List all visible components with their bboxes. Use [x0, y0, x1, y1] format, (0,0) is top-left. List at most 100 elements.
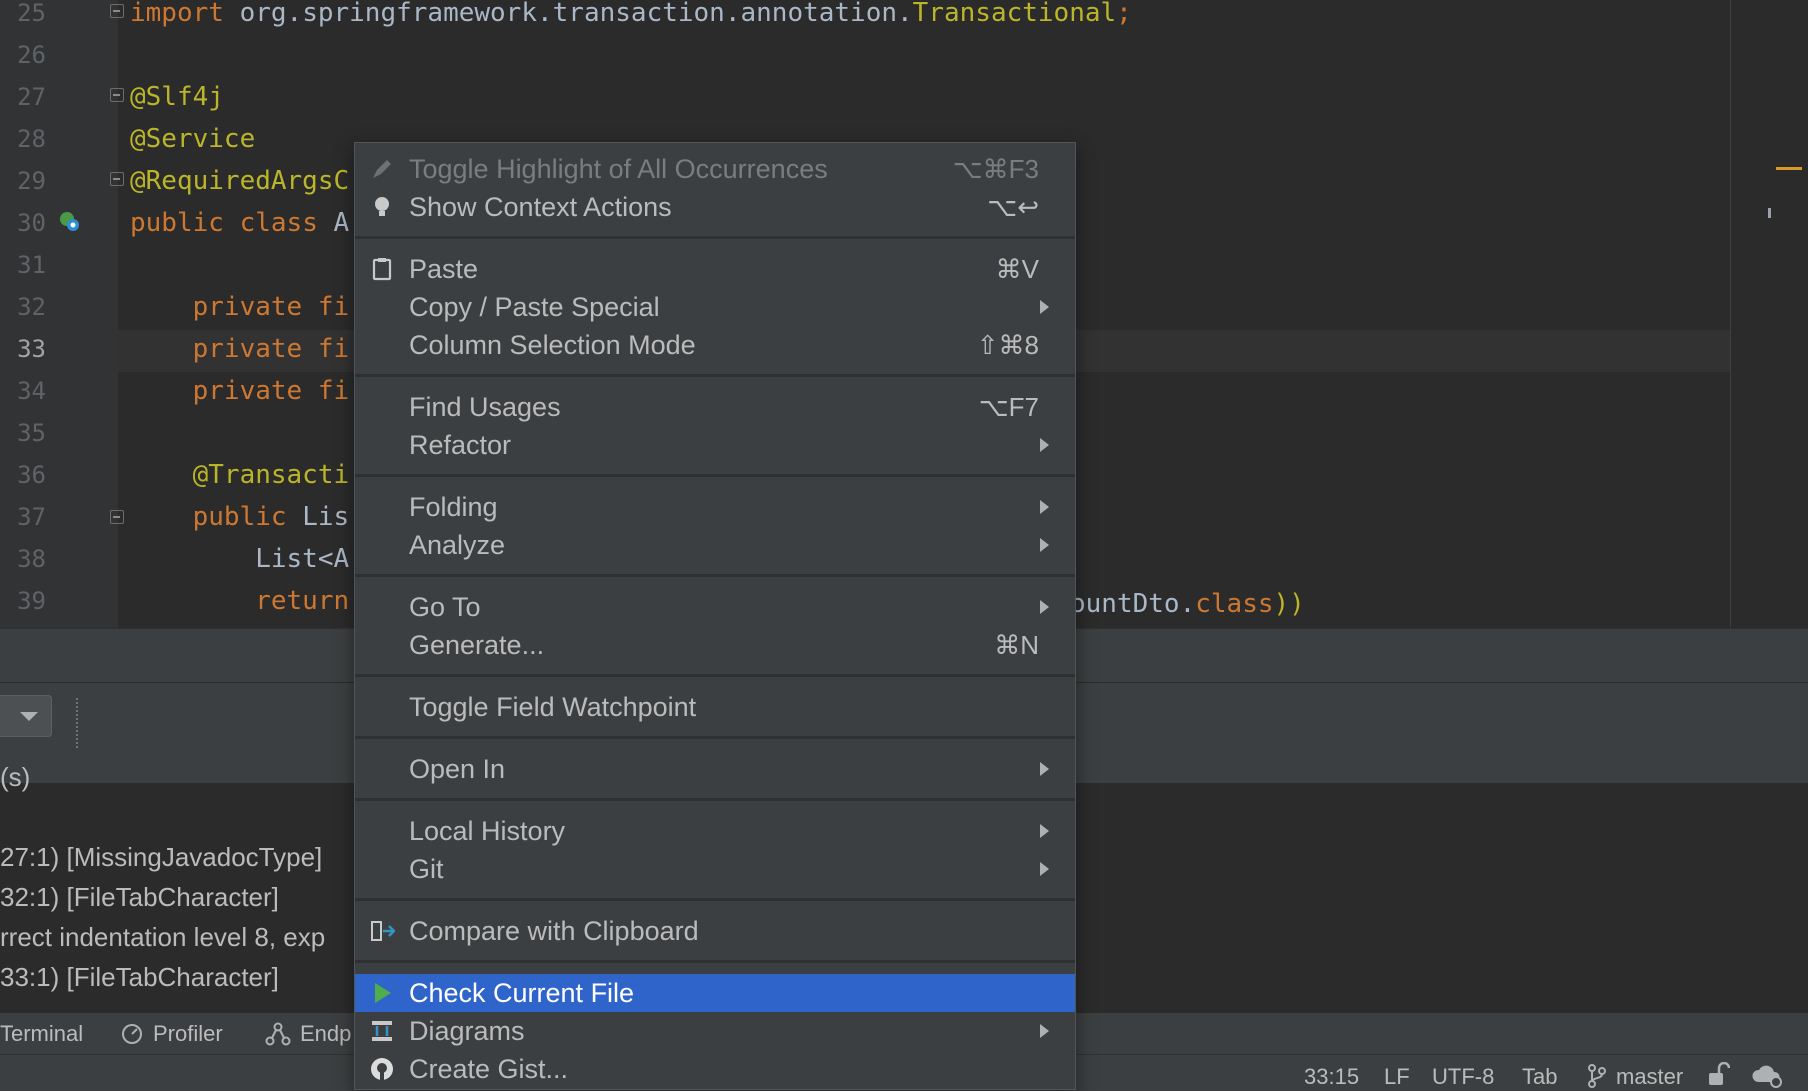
- menu-item-find-usages[interactable]: Find Usages ⌥F7: [355, 388, 1075, 426]
- line-number[interactable]: 39: [0, 580, 46, 622]
- menu-item-label: Folding: [409, 492, 498, 522]
- code-text: @Slf4j: [130, 82, 224, 112]
- code-line[interactable]: 26: [0, 34, 1730, 76]
- menu-separator: [355, 474, 1075, 477]
- code-text: private fi: [130, 376, 350, 406]
- line-number[interactable]: 33: [0, 328, 46, 370]
- menu-item-analyze[interactable]: Analyze: [355, 526, 1075, 564]
- line-number[interactable]: 26: [0, 34, 46, 76]
- compare-icon: [371, 921, 395, 941]
- info-marker[interactable]: [1768, 208, 1771, 218]
- highlighter-icon: [373, 160, 391, 178]
- menu-item-local-history[interactable]: Local History: [355, 812, 1075, 850]
- warning-marker[interactable]: [1776, 167, 1802, 170]
- submenu-arrow-icon: [1040, 762, 1049, 776]
- code-text: public Lis: [130, 502, 350, 532]
- lightbulb-icon: [375, 197, 389, 216]
- endpoints-icon: [265, 1022, 291, 1046]
- menu-item-refactor[interactable]: Refactor: [355, 426, 1075, 464]
- line-number[interactable]: 37: [0, 496, 46, 538]
- menu-item-show-context-actions[interactable]: Show Context Actions ⌥↩: [355, 188, 1075, 226]
- menu-item-label: Toggle Field Watchpoint: [409, 692, 697, 722]
- menu-item-label: Generate...: [409, 630, 545, 660]
- menu-separator: [355, 674, 1075, 677]
- code-text: private fi: [130, 292, 350, 322]
- output-row[interactable]: 27:1) [MissingJavadocType]: [0, 842, 322, 873]
- menu-item-folding[interactable]: Folding: [355, 488, 1075, 526]
- menu-item-label: Column Selection Mode: [409, 330, 696, 360]
- editor-context-menu: Toggle Highlight of All Occurrences ⌥⌘F3…: [354, 142, 1076, 1090]
- output-row[interactable]: 32:1) [FileTabCharacter]: [0, 882, 279, 913]
- line-number[interactable]: 32: [0, 286, 46, 328]
- cloud-sync-icon[interactable]: [1750, 1062, 1784, 1088]
- line-number[interactable]: 35: [0, 412, 46, 454]
- chevron-down-icon: [20, 712, 38, 721]
- menu-separator: [355, 960, 1075, 963]
- code-line[interactable]: 27 @Slf4j: [0, 76, 1730, 118]
- caret-position[interactable]: 33:15: [1304, 1064, 1359, 1090]
- menu-item-diagrams[interactable]: Diagrams: [355, 1012, 1075, 1050]
- code-text: public class A: [130, 208, 350, 238]
- menu-item-label: Copy / Paste Special: [409, 292, 660, 322]
- file-encoding[interactable]: UTF-8: [1432, 1064, 1494, 1090]
- menu-item-shortcut: ⌥F7: [978, 392, 1039, 422]
- menu-item-label: Paste: [409, 254, 479, 284]
- line-number[interactable]: 34: [0, 370, 46, 412]
- fold-marker[interactable]: [110, 88, 124, 102]
- line-number[interactable]: 27: [0, 76, 46, 118]
- menu-separator: [355, 574, 1075, 577]
- code-line[interactable]: 25 import org.springframework.transaction…: [0, 0, 1730, 34]
- diagram-icon: [372, 1021, 392, 1041]
- menu-item-copy-paste-special[interactable]: Copy / Paste Special: [355, 288, 1075, 326]
- tab-terminal[interactable]: Terminal: [0, 1021, 83, 1047]
- menu-item-toggle-field-watchpoint[interactable]: Toggle Field Watchpoint: [355, 688, 1075, 726]
- indent-setting[interactable]: Tab: [1522, 1064, 1557, 1090]
- menu-item-go-to[interactable]: Go To: [355, 588, 1075, 626]
- menu-item-column-selection-mode[interactable]: Column Selection Mode ⇧⌘8: [355, 326, 1075, 364]
- rules-dropdown[interactable]: [0, 695, 52, 737]
- output-row[interactable]: rrect indentation level 8, exp: [0, 922, 325, 953]
- code-text: @Transacti: [130, 460, 350, 490]
- line-number[interactable]: 38: [0, 538, 46, 580]
- menu-item-paste[interactable]: Paste ⌘V: [355, 250, 1075, 288]
- line-number[interactable]: 25: [0, 0, 46, 34]
- line-number[interactable]: 29: [0, 160, 46, 202]
- fold-marker[interactable]: [110, 172, 124, 186]
- git-branch[interactable]: master: [1616, 1064, 1683, 1090]
- menu-item-shortcut: ⌘V: [995, 254, 1039, 284]
- tab-endpoints[interactable]: Endp: [300, 1021, 351, 1047]
- menu-item-label: Diagrams: [409, 1016, 525, 1046]
- line-number[interactable]: 30: [0, 202, 46, 244]
- spring-bean-icon[interactable]: [58, 210, 80, 232]
- menu-item-generate[interactable]: Generate... ⌘N: [355, 626, 1075, 664]
- menu-item-compare-with-clipboard[interactable]: Compare with Clipboard: [355, 912, 1075, 950]
- menu-item-shortcut: ⌥↩: [987, 192, 1039, 222]
- line-separator[interactable]: LF: [1384, 1064, 1410, 1090]
- menu-item-check-current-file[interactable]: Check Current File: [355, 974, 1075, 1012]
- submenu-arrow-icon: [1040, 1024, 1049, 1038]
- menu-item-create-gist[interactable]: Create Gist...: [355, 1050, 1075, 1088]
- code-text: @RequiredArgsC: [130, 166, 350, 196]
- menu-item-toggle-highlight[interactable]: Toggle Highlight of All Occurrences ⌥⌘F3: [355, 150, 1075, 188]
- menu-item-git[interactable]: Git: [355, 850, 1075, 888]
- line-number[interactable]: 31: [0, 244, 46, 286]
- menu-item-label: Local History: [409, 816, 566, 846]
- menu-separator: [355, 236, 1075, 239]
- menu-item-label: Compare with Clipboard: [409, 916, 699, 946]
- code-line-39-tail: ountDto.class)): [1070, 589, 1305, 619]
- tab-profiler[interactable]: Profiler: [153, 1021, 223, 1047]
- output-row[interactable]: 33:1) [FileTabCharacter]: [0, 962, 279, 993]
- line-number[interactable]: 28: [0, 118, 46, 160]
- unlock-icon[interactable]: [1706, 1062, 1730, 1088]
- menu-item-label: Toggle Highlight of All Occurrences: [409, 154, 828, 184]
- menu-item-label: Git: [409, 854, 444, 884]
- toolbar-separator: [76, 698, 80, 748]
- code-text: List<A: [130, 544, 350, 574]
- output-header: (s): [0, 762, 31, 792]
- line-number[interactable]: 36: [0, 454, 46, 496]
- menu-item-open-in[interactable]: Open In: [355, 750, 1075, 788]
- fold-marker[interactable]: [110, 4, 124, 18]
- code-text: return: [130, 586, 350, 616]
- fold-marker[interactable]: [110, 510, 124, 524]
- submenu-arrow-icon: [1040, 438, 1049, 452]
